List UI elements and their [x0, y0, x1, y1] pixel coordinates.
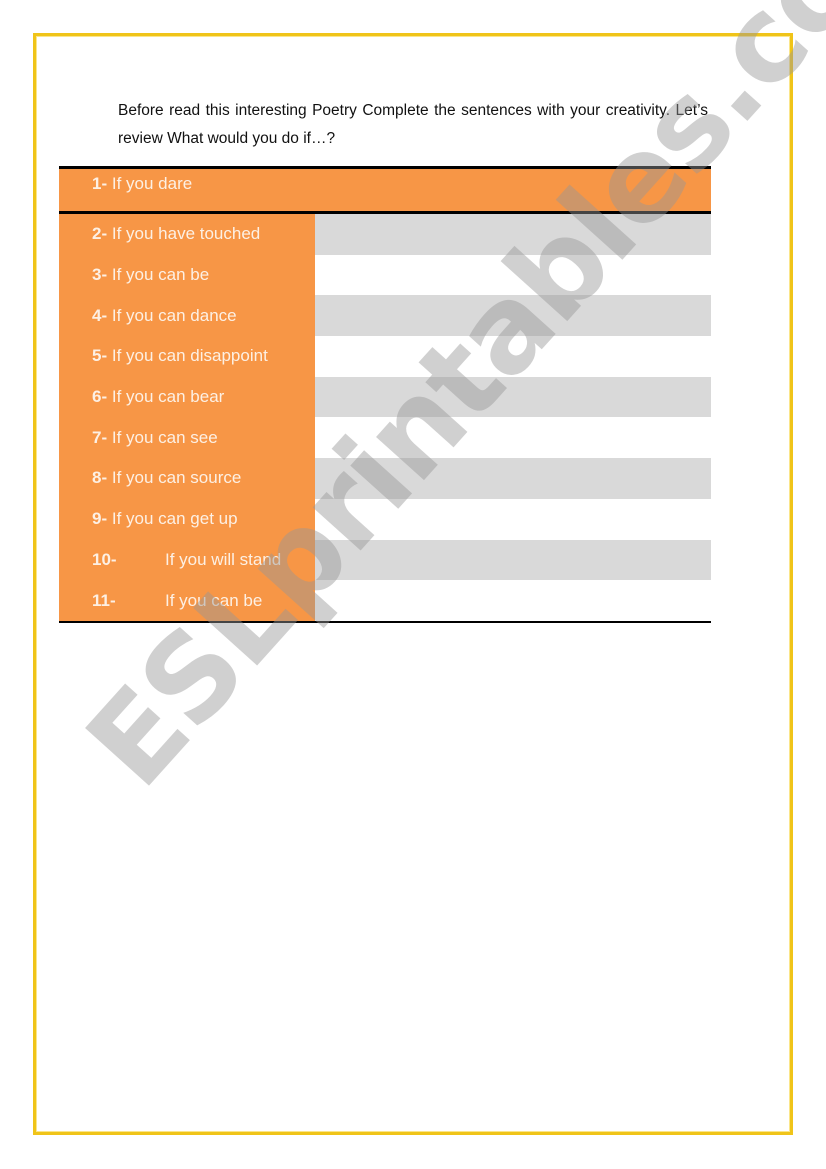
row-label: 5- If you can disappoint [59, 336, 315, 377]
table-row: 5- If you can disappoint [59, 336, 711, 377]
answer-cell[interactable] [315, 254, 711, 296]
row-text: If you can source [111, 468, 242, 488]
answer-cell[interactable] [315, 417, 711, 459]
row-number: 4- [92, 305, 108, 325]
row-label: 3- If you can be [59, 254, 315, 296]
row-number: 10- [92, 549, 117, 569]
table-row: 3- If you can be [59, 254, 711, 296]
row-number: 3- [92, 265, 108, 285]
answer-cell[interactable] [315, 295, 711, 337]
row-number: 9- [92, 509, 108, 529]
row-text: If you can see [111, 427, 218, 447]
row-label: 11- If you can be [59, 580, 315, 621]
row-text: If you can get up [111, 509, 238, 529]
row-number: 11- [92, 590, 116, 610]
row-label: 9- If you can get up [59, 498, 315, 540]
row-label: 10- If you will stand [59, 539, 315, 581]
row-label: 6- If you can bear [59, 376, 315, 418]
row-number: 7- [92, 427, 108, 447]
row-label: 7- If you can see [59, 417, 315, 459]
table-row: 11- If you can be [59, 580, 711, 621]
answer-cell[interactable] [315, 214, 711, 255]
answer-cell[interactable] [315, 580, 711, 621]
table-row: 9- If you can get up [59, 498, 711, 540]
row-text: If you can dance [111, 305, 237, 325]
table-row-header: 1- If you dare [59, 166, 711, 214]
row-text: If you dare [111, 174, 193, 193]
row-text: If you can disappoint [111, 346, 268, 366]
row-label: 8- If you can source [59, 458, 315, 499]
row-text: If you can be [111, 265, 210, 285]
table-row: 6- If you can bear [59, 376, 711, 418]
row-label: 1- If you dare [59, 169, 192, 194]
row-number: 1- [92, 174, 108, 193]
row-number: 6- [92, 387, 108, 407]
table-row: 7- If you can see [59, 417, 711, 459]
row-text: If you have touched [111, 224, 261, 244]
answer-cell[interactable] [315, 458, 711, 499]
row-text: If you can be [165, 590, 263, 610]
row-text: If you can bear [111, 387, 225, 407]
table-bottom-rule [59, 620, 711, 623]
table-row: 2- If you have touched [59, 214, 711, 255]
answer-cell[interactable] [315, 498, 711, 540]
table-row: 10- If you will stand [59, 539, 711, 581]
row-label: 2- If you have touched [59, 214, 315, 255]
answer-cell[interactable] [315, 539, 711, 581]
sentence-table: 1- If you dare 2- If you have touched 3-… [59, 166, 711, 623]
row-label: 4- If you can dance [59, 295, 315, 337]
answer-cell[interactable] [315, 336, 711, 377]
row-number: 5- [92, 346, 108, 366]
row-number: 8- [92, 468, 108, 488]
instructions-text: Before read this interesting Poetry Comp… [118, 102, 708, 147]
table-row: 4- If you can dance [59, 295, 711, 337]
table-row: 8- If you can source [59, 458, 711, 499]
row-number: 2- [92, 224, 108, 244]
row-text: If you will stand [165, 549, 282, 569]
answer-cell[interactable] [315, 376, 711, 418]
